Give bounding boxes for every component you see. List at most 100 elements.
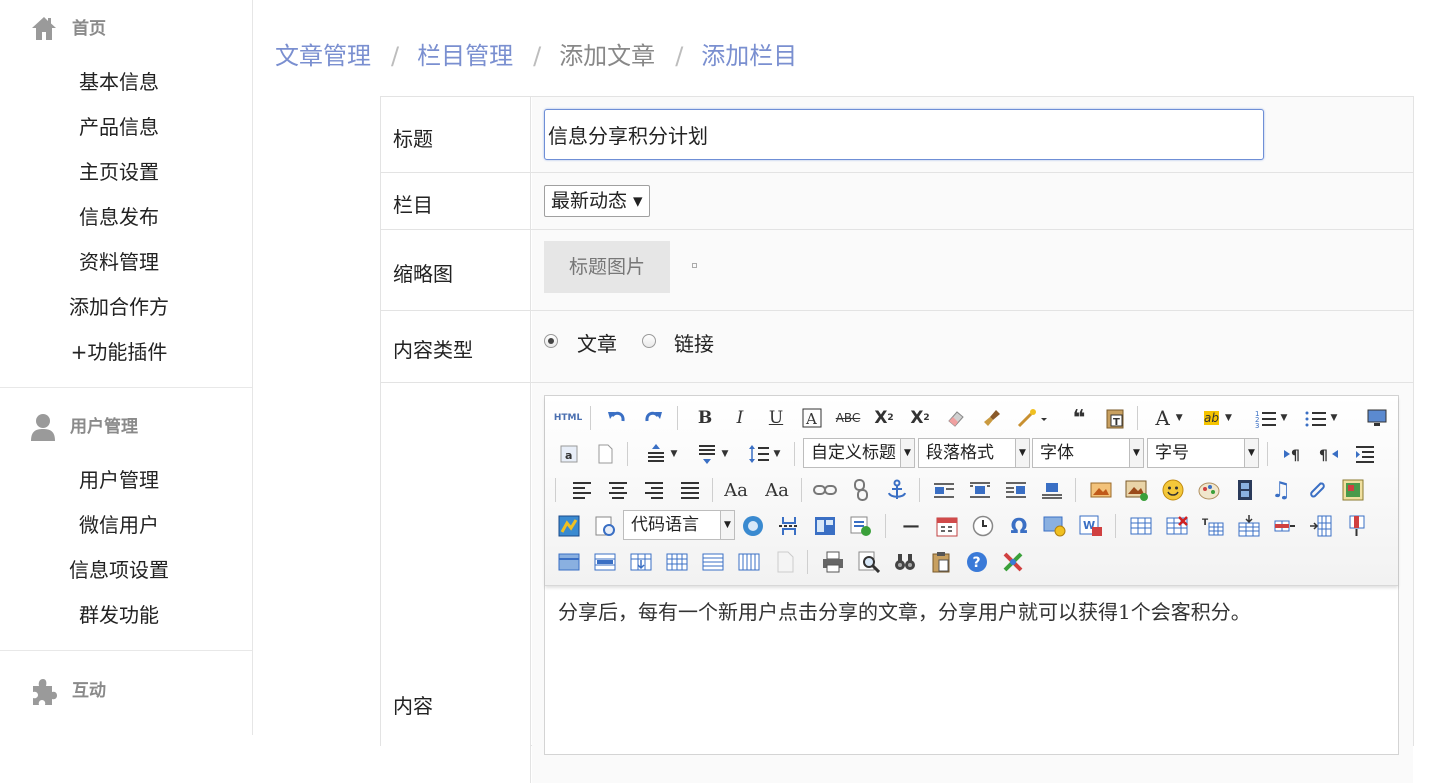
paste-plain-icon[interactable] bbox=[927, 548, 955, 576]
delete-row-icon[interactable] bbox=[1271, 512, 1299, 540]
uppercase-icon[interactable]: Aa bbox=[722, 476, 750, 504]
custom-title-select[interactable]: 自定义标题 ▼ bbox=[803, 438, 915, 468]
align-left-icon[interactable] bbox=[568, 476, 596, 504]
align-right-icon[interactable] bbox=[640, 476, 668, 504]
web-app-icon[interactable] bbox=[739, 512, 767, 540]
time-icon[interactable] bbox=[969, 512, 997, 540]
sidebar-item-basic-info[interactable]: 基本信息 bbox=[0, 66, 238, 95]
redo-icon[interactable] bbox=[639, 404, 667, 432]
background-icon[interactable] bbox=[847, 512, 875, 540]
ltr-icon[interactable]: ¶ bbox=[1279, 440, 1307, 468]
drafts-icon[interactable] bbox=[999, 548, 1027, 576]
sidebar-item-add-partner[interactable]: 添加合作方 bbox=[0, 291, 238, 320]
row-spacing-bottom-icon[interactable]: ▼ bbox=[691, 440, 733, 468]
attachment-icon[interactable] bbox=[1303, 476, 1331, 504]
search-replace-icon[interactable] bbox=[891, 548, 919, 576]
sidebar-item-info-settings[interactable]: 信息项设置 bbox=[0, 554, 238, 583]
map-icon[interactable] bbox=[555, 512, 583, 540]
align-justify-icon[interactable] bbox=[676, 476, 704, 504]
anchor-icon[interactable] bbox=[883, 476, 911, 504]
rtl-icon[interactable]: ¶ bbox=[1315, 440, 1343, 468]
horizontal-rule-icon[interactable]: — bbox=[897, 512, 925, 540]
preview-icon[interactable] bbox=[855, 548, 883, 576]
radio-link[interactable] bbox=[642, 334, 656, 348]
sidebar-item-home-settings[interactable]: 主页设置 bbox=[0, 156, 238, 185]
column-select[interactable]: 最新动态 ▾ bbox=[544, 185, 650, 217]
image-gallery-icon[interactable] bbox=[1339, 476, 1367, 504]
sidebar-section-interact[interactable]: 互动 bbox=[0, 668, 252, 708]
link-icon[interactable] bbox=[811, 476, 839, 504]
sidebar-section-users[interactable]: 用户管理 bbox=[0, 404, 252, 444]
eraser-icon[interactable] bbox=[942, 404, 970, 432]
strikethrough-icon[interactable]: ABC bbox=[834, 404, 862, 432]
sidebar-item-user-management[interactable]: 用户管理 bbox=[0, 464, 238, 493]
breadcrumb-column-management[interactable]: 栏目管理 bbox=[417, 36, 513, 71]
font-border-icon[interactable]: A bbox=[798, 404, 826, 432]
format-brush-icon[interactable] bbox=[978, 404, 1006, 432]
image-right-icon[interactable] bbox=[1002, 476, 1030, 504]
sidebar-item-plugins[interactable]: +功能插件 bbox=[0, 336, 238, 365]
music-icon[interactable]: ♫ bbox=[1267, 476, 1295, 504]
split-to-rows-icon[interactable] bbox=[699, 548, 727, 576]
insert-paragraph-before-table-icon[interactable]: T bbox=[1199, 512, 1227, 540]
indent-icon[interactable] bbox=[1351, 440, 1379, 468]
radio-article[interactable] bbox=[544, 334, 558, 348]
word-image-icon[interactable]: W bbox=[1077, 512, 1105, 540]
sidebar-section-home[interactable]: 首页 bbox=[0, 6, 252, 46]
chart-icon[interactable] bbox=[771, 548, 799, 576]
special-chars-icon[interactable]: Ω bbox=[1005, 512, 1033, 540]
font-color-icon[interactable]: A ▼ bbox=[1148, 404, 1190, 432]
insert-image-icon[interactable] bbox=[1123, 476, 1151, 504]
subscript-icon[interactable]: X2 bbox=[906, 404, 934, 432]
title-image-button[interactable]: 标题图片 bbox=[544, 241, 670, 293]
paragraph-format-select[interactable]: 段落格式 ▼ bbox=[918, 438, 1030, 468]
italic-icon[interactable]: I bbox=[726, 404, 754, 432]
sidebar-item-broadcast[interactable]: 群发功能 bbox=[0, 599, 238, 628]
unlink-icon[interactable] bbox=[847, 476, 875, 504]
undo-icon[interactable] bbox=[603, 404, 631, 432]
paste-text-icon[interactable]: T bbox=[1101, 404, 1129, 432]
code-language-select[interactable]: 代码语言 ▼ bbox=[623, 510, 735, 540]
insert-frame-icon[interactable] bbox=[591, 512, 619, 540]
sidebar-item-wechat-users[interactable]: 微信用户 bbox=[0, 509, 238, 538]
insert-row-icon[interactable] bbox=[1235, 512, 1263, 540]
align-center-icon[interactable] bbox=[604, 476, 632, 504]
fullscreen-icon[interactable] bbox=[1363, 404, 1391, 432]
html-source-button[interactable]: HTML bbox=[553, 404, 583, 432]
ordered-list-icon[interactable]: 1 2 3 ▼ bbox=[1250, 404, 1292, 432]
delete-table-icon[interactable] bbox=[1163, 512, 1191, 540]
merge-down-icon[interactable] bbox=[627, 548, 655, 576]
insert-video-icon[interactable] bbox=[1231, 476, 1259, 504]
superscript-icon[interactable]: X2 bbox=[870, 404, 898, 432]
scrawl-icon[interactable] bbox=[1195, 476, 1223, 504]
radio-link-label[interactable]: 链接 bbox=[674, 328, 714, 357]
unordered-list-icon[interactable]: ▼ bbox=[1300, 404, 1342, 432]
font-family-select[interactable]: 字体 ▼ bbox=[1032, 438, 1144, 468]
editor-content-text[interactable]: 分享后，每有一个新用户点击分享的文章，分享用户就可以获得1个会客积分。 bbox=[558, 596, 1251, 625]
line-height-icon[interactable]: ▼ bbox=[743, 440, 785, 468]
image-left-icon[interactable] bbox=[966, 476, 994, 504]
blockquote-icon[interactable]: ❝ bbox=[1065, 404, 1093, 432]
breadcrumb-add-column[interactable]: 添加栏目 bbox=[701, 36, 797, 71]
font-size-select[interactable]: 字号 ▼ bbox=[1147, 438, 1259, 468]
insert-column-icon[interactable] bbox=[1307, 512, 1335, 540]
sidebar-item-product-info[interactable]: 产品信息 bbox=[0, 111, 238, 140]
sidebar-item-publish[interactable]: 信息发布 bbox=[0, 201, 238, 230]
blank-document-icon[interactable] bbox=[591, 440, 619, 468]
emotion-icon[interactable] bbox=[1159, 476, 1187, 504]
split-to-cols-icon[interactable] bbox=[735, 548, 763, 576]
directionality-icon[interactable]: a bbox=[555, 440, 583, 468]
merge-cells-icon[interactable] bbox=[555, 548, 583, 576]
merge-right-icon[interactable] bbox=[591, 548, 619, 576]
image-none-icon[interactable] bbox=[930, 476, 958, 504]
lowercase-icon[interactable]: Aa bbox=[763, 476, 791, 504]
image-center-icon[interactable] bbox=[1038, 476, 1066, 504]
row-spacing-top-icon[interactable]: ▼ bbox=[640, 440, 682, 468]
auto-format-icon[interactable] bbox=[1014, 404, 1050, 432]
radio-article-label[interactable]: 文章 bbox=[577, 328, 617, 357]
highlight-color-icon[interactable]: ab ▼ bbox=[1197, 404, 1239, 432]
template-icon[interactable] bbox=[811, 512, 839, 540]
simple-upload-icon[interactable] bbox=[1087, 476, 1115, 504]
date-icon[interactable] bbox=[933, 512, 961, 540]
split-to-cells-icon[interactable] bbox=[663, 548, 691, 576]
